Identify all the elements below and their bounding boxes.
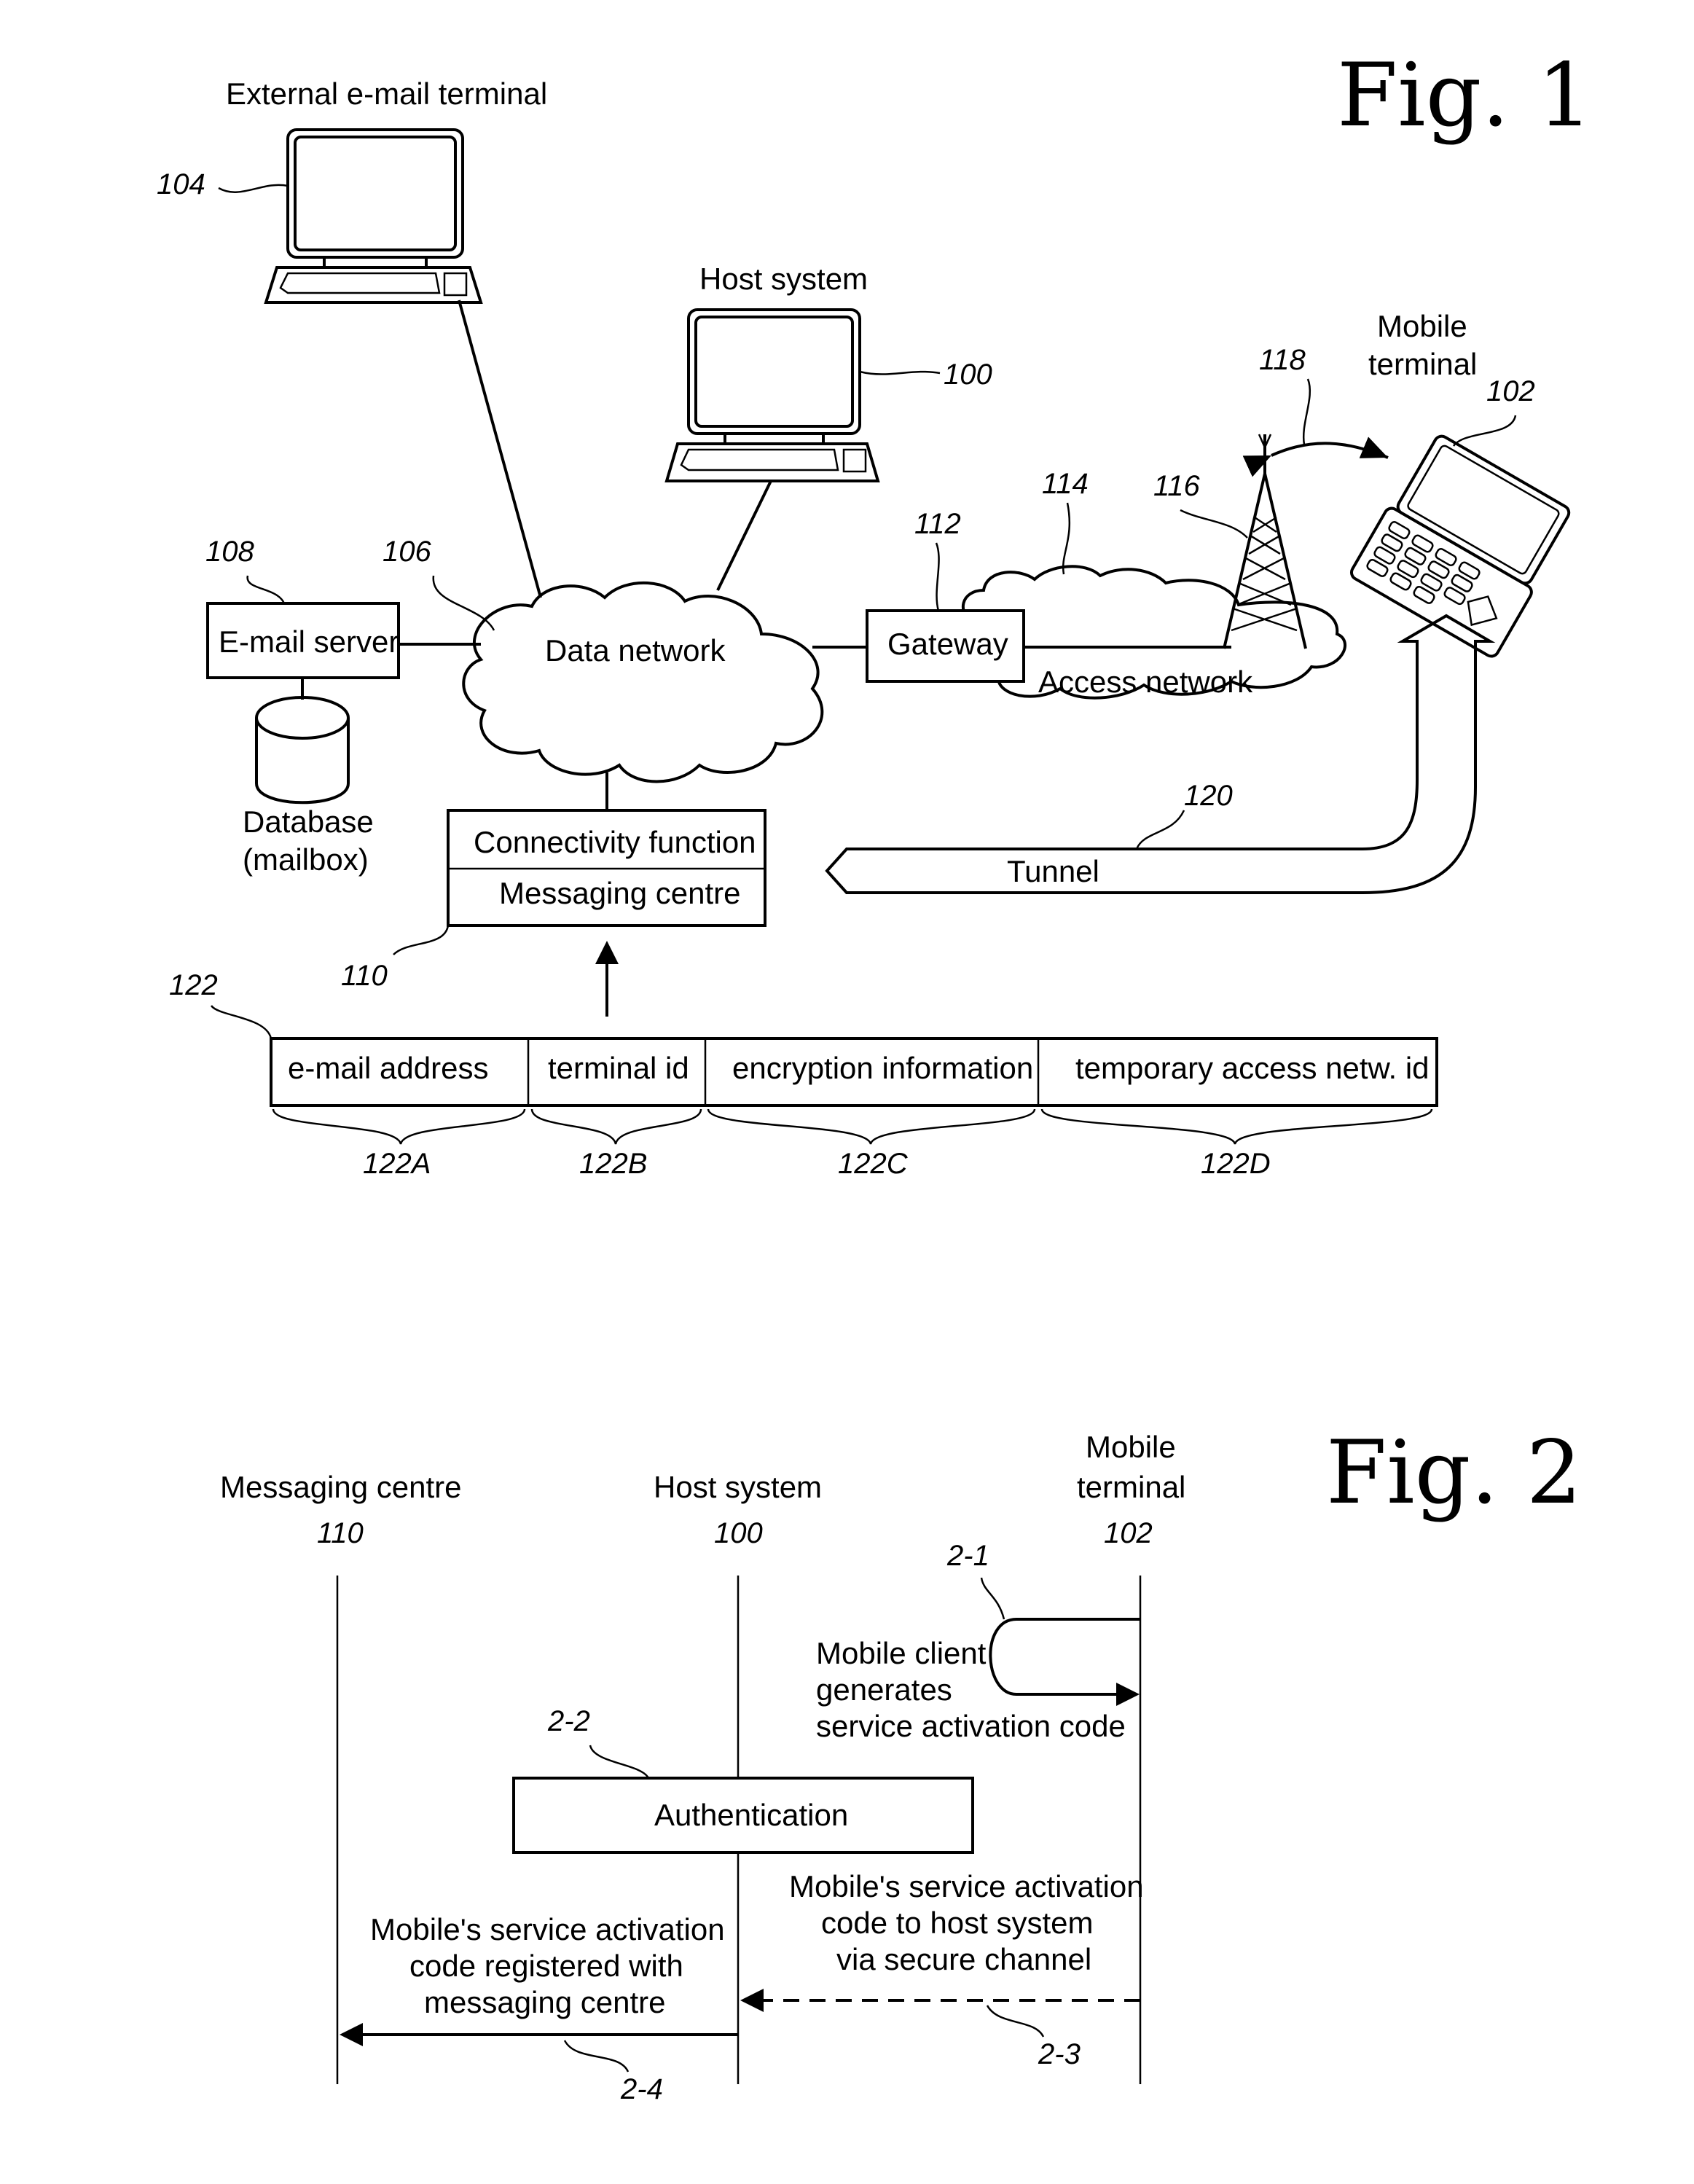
leader-122 (210, 1005, 272, 1039)
ref-2-4: 2-4 (620, 2073, 663, 2105)
access-network-label: Access network (1038, 665, 1253, 699)
ref-114: 114 (1042, 468, 1089, 500)
mobile-terminal-label-1: Mobile (1377, 309, 1467, 343)
email-server-label: E-mail server (219, 625, 399, 659)
message-fields: e-mail address terminal id encryption in… (270, 1037, 1438, 1107)
ref-2-1: 2-1 (946, 1540, 989, 1572)
gateway-label: Gateway (887, 627, 1008, 661)
lifeline-mobile-terminal-label-2: terminal (1077, 1470, 1185, 1504)
ref-2-3: 2-3 (1038, 2038, 1081, 2070)
mobile-terminal-label-2: terminal (1368, 347, 1477, 381)
field-email-address: e-mail address (288, 1051, 488, 1085)
ref-122C: 122C (838, 1148, 909, 1180)
leader-114 (1062, 502, 1071, 575)
field-braces (272, 1108, 1433, 1145)
step-2-1-self-arrow (989, 1618, 1140, 1706)
field-encryption-information: encryption information (732, 1051, 1033, 1085)
ref-118: 118 (1259, 344, 1306, 376)
database-label-2: (mailbox) (243, 842, 369, 877)
leader-100 (859, 370, 941, 375)
lifeline-mobile-terminal-label-1: Mobile (1086, 1430, 1176, 1464)
step-2-1-line-3: service activation code (816, 1709, 1126, 1743)
step-2-3-line-2: code to host system (821, 1906, 1094, 1940)
leader-2-2 (589, 1745, 650, 1779)
database-label-1: Database (243, 805, 374, 839)
ref-106: 106 (383, 536, 431, 568)
step-2-1-line-1: Mobile client (816, 1636, 987, 1670)
lifeline-messaging-centre-ref: 110 (317, 1517, 364, 1549)
host-system-link (716, 480, 772, 591)
external-terminal-label: External e-mail terminal (226, 77, 547, 111)
external-terminal-link (458, 300, 542, 598)
leader-110 (393, 925, 450, 955)
tunnel-label: Tunnel (1007, 854, 1099, 888)
leader-116 (1180, 509, 1248, 539)
host-system-computer-icon (664, 308, 880, 482)
step-2-4-line-3: messaging centre (424, 1985, 666, 2019)
leader-120 (1135, 810, 1185, 850)
step-2-4-line-2: code registered with (409, 1949, 683, 1983)
leader-106 (432, 575, 495, 631)
leader-2-1 (980, 1577, 1005, 1620)
database-cylinder-icon (255, 696, 350, 805)
ref-110: 110 (341, 960, 388, 992)
leader-102 (1452, 415, 1517, 447)
ref-112: 112 (914, 508, 961, 540)
step-2-3-line-3: via secure channel (836, 1942, 1091, 1976)
step-2-4-line-1: Mobile's service activation (370, 1912, 725, 1946)
leader-118 (1302, 378, 1311, 445)
lifeline-messaging-centre-label: Messaging centre (220, 1470, 462, 1504)
leader-108 (246, 575, 286, 604)
connectivity-function-label: Connectivity function (474, 825, 756, 859)
messaging-centre-label: Messaging centre (499, 876, 741, 910)
ref-116: 116 (1153, 470, 1201, 502)
leader-2-4 (563, 2040, 630, 2073)
leader-112 (935, 542, 940, 611)
ref-100: 100 (944, 359, 992, 391)
fig2-title: Fig. 2 (1326, 1422, 1582, 1524)
ref-120: 120 (1184, 780, 1233, 812)
ref-102: 102 (1486, 375, 1535, 407)
ref-122D: 122D (1201, 1148, 1271, 1180)
radio-tower-icon (1223, 434, 1307, 649)
ref-122: 122 (169, 969, 218, 1001)
data-network-cloud (462, 582, 824, 783)
ref-108: 108 (205, 536, 254, 568)
step-2-1-line-2: generates (816, 1672, 952, 1707)
data-network-label: Data network (545, 633, 726, 668)
lifeline-mobile-terminal-ref: 102 (1104, 1517, 1153, 1549)
radio-link-arrow (1242, 437, 1389, 477)
step-2-3-line-1: Mobile's service activation (789, 1869, 1144, 1903)
lifeline-host-system-ref: 100 (714, 1517, 763, 1549)
fig1-title: Fig. 1 (1337, 45, 1593, 146)
leader-2-3 (986, 2005, 1045, 2038)
ref-2-2: 2-2 (547, 1705, 590, 1737)
field-temporary-access-netw-id: temporary access netw. id (1075, 1051, 1430, 1085)
ref-104: 104 (157, 168, 205, 200)
patent-drawing-sheet: Fig. 1 External e-mail terminal 104 Host… (157, 45, 1593, 2105)
field-terminal-id: terminal id (548, 1051, 689, 1085)
authentication-label: Authentication (654, 1798, 848, 1832)
ref-122B: 122B (579, 1148, 647, 1180)
host-system-label: Host system (699, 262, 868, 296)
lifeline-host-system-label: Host system (654, 1470, 822, 1504)
external-terminal-computer-icon (264, 128, 483, 304)
ref-122A: 122A (363, 1148, 431, 1180)
leader-104 (218, 184, 289, 193)
